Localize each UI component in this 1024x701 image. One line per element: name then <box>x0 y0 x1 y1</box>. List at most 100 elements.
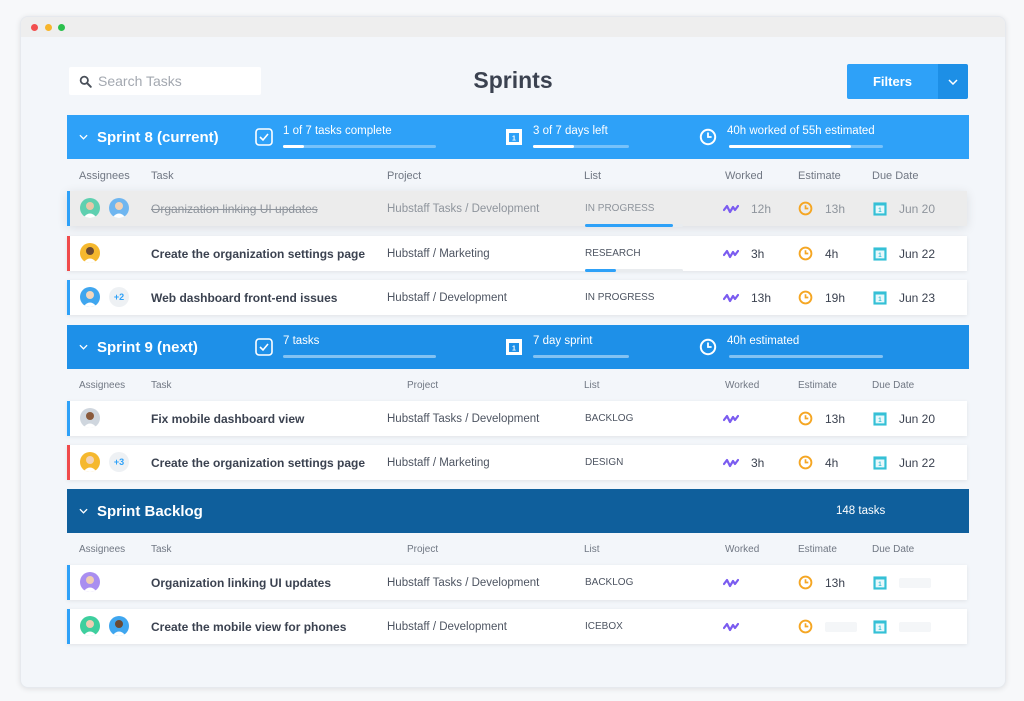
col-task[interactable]: Task <box>151 380 172 391</box>
due-date-empty[interactable] <box>899 577 931 588</box>
avatar[interactable] <box>80 408 100 428</box>
svg-text:1: 1 <box>512 136 516 143</box>
list-status[interactable]: RESEARCH <box>585 248 683 272</box>
task-name[interactable]: Fix mobile dashboard view <box>151 412 304 426</box>
col-due-date[interactable]: Due Date <box>872 380 914 391</box>
col-assignees: Assignees <box>79 380 126 391</box>
project-name[interactable]: Hubstaff / Development <box>387 292 507 304</box>
due-date-value[interactable]: Jun 20 <box>899 412 935 426</box>
list-status[interactable]: IN PROGRESS <box>585 292 654 303</box>
due-date-cell: 1 <box>873 609 931 644</box>
task-name[interactable]: Organization linking UI updates <box>151 202 318 216</box>
worked-cell <box>723 565 751 600</box>
minimize-window-button[interactable] <box>45 24 52 31</box>
estimate-value[interactable]: 13h <box>825 412 845 426</box>
col-project[interactable]: Project <box>407 544 438 555</box>
col-project[interactable]: Project <box>407 380 438 391</box>
col-project[interactable]: Project <box>387 170 421 182</box>
extra-assignees-badge[interactable]: +3 <box>109 452 129 472</box>
estimate-empty[interactable] <box>825 621 857 632</box>
project-name[interactable]: Hubstaff Tasks / Development <box>387 413 539 425</box>
due-date-value[interactable]: Jun 22 <box>899 456 935 470</box>
project-name[interactable]: Hubstaff / Development <box>387 621 507 633</box>
task-name[interactable]: Create the mobile view for phones <box>151 620 346 634</box>
estimate-value[interactable]: 13h <box>825 202 845 216</box>
col-worked[interactable]: Worked <box>725 380 759 391</box>
avatar[interactable] <box>80 243 100 263</box>
estimate-value[interactable]: 19h <box>825 291 845 305</box>
search-input[interactable] <box>98 73 248 89</box>
avatar[interactable] <box>109 616 129 636</box>
app-window: Sprints Filters Sprint 8 (current) 1 of … <box>20 16 1006 688</box>
due-date-value[interactable]: Jun 20 <box>899 202 935 216</box>
task-row[interactable]: Fix mobile dashboard view Hubstaff Tasks … <box>67 401 967 436</box>
avatar[interactable] <box>80 287 100 307</box>
chevron-down-icon[interactable] <box>79 134 93 140</box>
col-estimate[interactable]: Estimate <box>798 380 837 391</box>
list-status[interactable]: DESIGN <box>585 457 623 468</box>
sprint-header-current[interactable]: Sprint 8 (current) 1 of 7 tasks complete… <box>67 115 969 159</box>
avatar[interactable] <box>80 572 100 592</box>
search-box[interactable] <box>69 67 261 95</box>
sprint-title: Sprint Backlog <box>97 502 203 520</box>
task-row[interactable]: +2 Web dashboard front-end issues Hubstaff… <box>67 280 967 315</box>
task-name[interactable]: Organization linking UI updates <box>151 576 331 590</box>
task-name[interactable]: Create the organization settings page <box>151 247 365 261</box>
estimate-value[interactable]: 4h <box>825 456 838 470</box>
column-headers: Assignees Task Project List Worked Estim… <box>67 161 969 191</box>
due-date-empty[interactable] <box>899 621 931 632</box>
chevron-down-icon[interactable] <box>79 344 93 350</box>
col-estimate[interactable]: Estimate <box>798 170 841 182</box>
estimate-value[interactable]: 13h <box>825 576 845 590</box>
avatar[interactable] <box>109 198 129 218</box>
avatar[interactable] <box>80 452 100 472</box>
col-task[interactable]: Task <box>151 544 172 555</box>
task-row[interactable]: +3 Create the organization settings page H… <box>67 445 967 480</box>
due-date-value[interactable]: Jun 22 <box>899 247 935 261</box>
col-worked[interactable]: Worked <box>725 170 763 182</box>
task-row[interactable]: Create the mobile view for phones Hubstaf… <box>67 609 967 644</box>
svg-text:1: 1 <box>878 296 882 303</box>
filters-button[interactable]: Filters <box>847 64 938 99</box>
sprint-header-next[interactable]: Sprint 9 (next) 7 tasks 1 7 day sprint 4… <box>67 325 969 369</box>
extra-assignees-badge[interactable]: +2 <box>109 287 129 307</box>
project-name[interactable]: Hubstaff / Marketing <box>387 457 490 469</box>
task-row[interactable]: Organization linking UI updates Hubstaff … <box>67 191 967 227</box>
maximize-window-button[interactable] <box>58 24 65 31</box>
estimate-value[interactable]: 4h <box>825 247 838 261</box>
filters-dropdown-button[interactable] <box>938 64 968 99</box>
list-status[interactable]: ICEBOX <box>585 621 623 632</box>
due-date-cell: 1 Jun 22 <box>873 445 935 480</box>
list-status[interactable]: IN PROGRESS <box>585 203 683 227</box>
list-label: ICEBOX <box>585 621 623 632</box>
sprint-header-backlog[interactable]: Sprint Backlog 148 tasks <box>67 489 969 533</box>
task-row[interactable]: Organization linking UI updates Hubstaff … <box>67 565 967 600</box>
col-task[interactable]: Task <box>151 170 174 182</box>
task-cell: Create the mobile view for phones <box>151 609 346 644</box>
avatar[interactable] <box>80 616 100 636</box>
task-name[interactable]: Create the organization settings page <box>151 456 365 470</box>
estimate-cell <box>798 609 857 644</box>
col-due-date[interactable]: Due Date <box>872 170 918 182</box>
col-worked[interactable]: Worked <box>725 544 759 555</box>
project-name[interactable]: Hubstaff / Marketing <box>387 248 490 260</box>
task-row[interactable]: Create the organization settings page Hub… <box>67 236 967 272</box>
sprint-title: Sprint 8 (current) <box>97 128 219 146</box>
col-list[interactable]: List <box>584 380 600 391</box>
project-name[interactable]: Hubstaff Tasks / Development <box>387 203 539 215</box>
estimate-cell: 19h <box>798 280 845 315</box>
project-name[interactable]: Hubstaff Tasks / Development <box>387 577 539 589</box>
col-due-date[interactable]: Due Date <box>872 544 914 555</box>
project-cell: Hubstaff / Development <box>387 280 507 315</box>
col-list[interactable]: List <box>584 170 601 182</box>
col-list[interactable]: List <box>584 544 600 555</box>
col-estimate[interactable]: Estimate <box>798 544 837 555</box>
worked-cell: 12h <box>723 191 771 226</box>
task-name[interactable]: Web dashboard front-end issues <box>151 291 337 305</box>
avatar[interactable] <box>80 198 100 218</box>
chevron-down-icon[interactable] <box>79 508 93 514</box>
due-date-value[interactable]: Jun 23 <box>899 291 935 305</box>
close-window-button[interactable] <box>31 24 38 31</box>
list-status[interactable]: BACKLOG <box>585 577 633 588</box>
list-status[interactable]: BACKLOG <box>585 413 633 424</box>
